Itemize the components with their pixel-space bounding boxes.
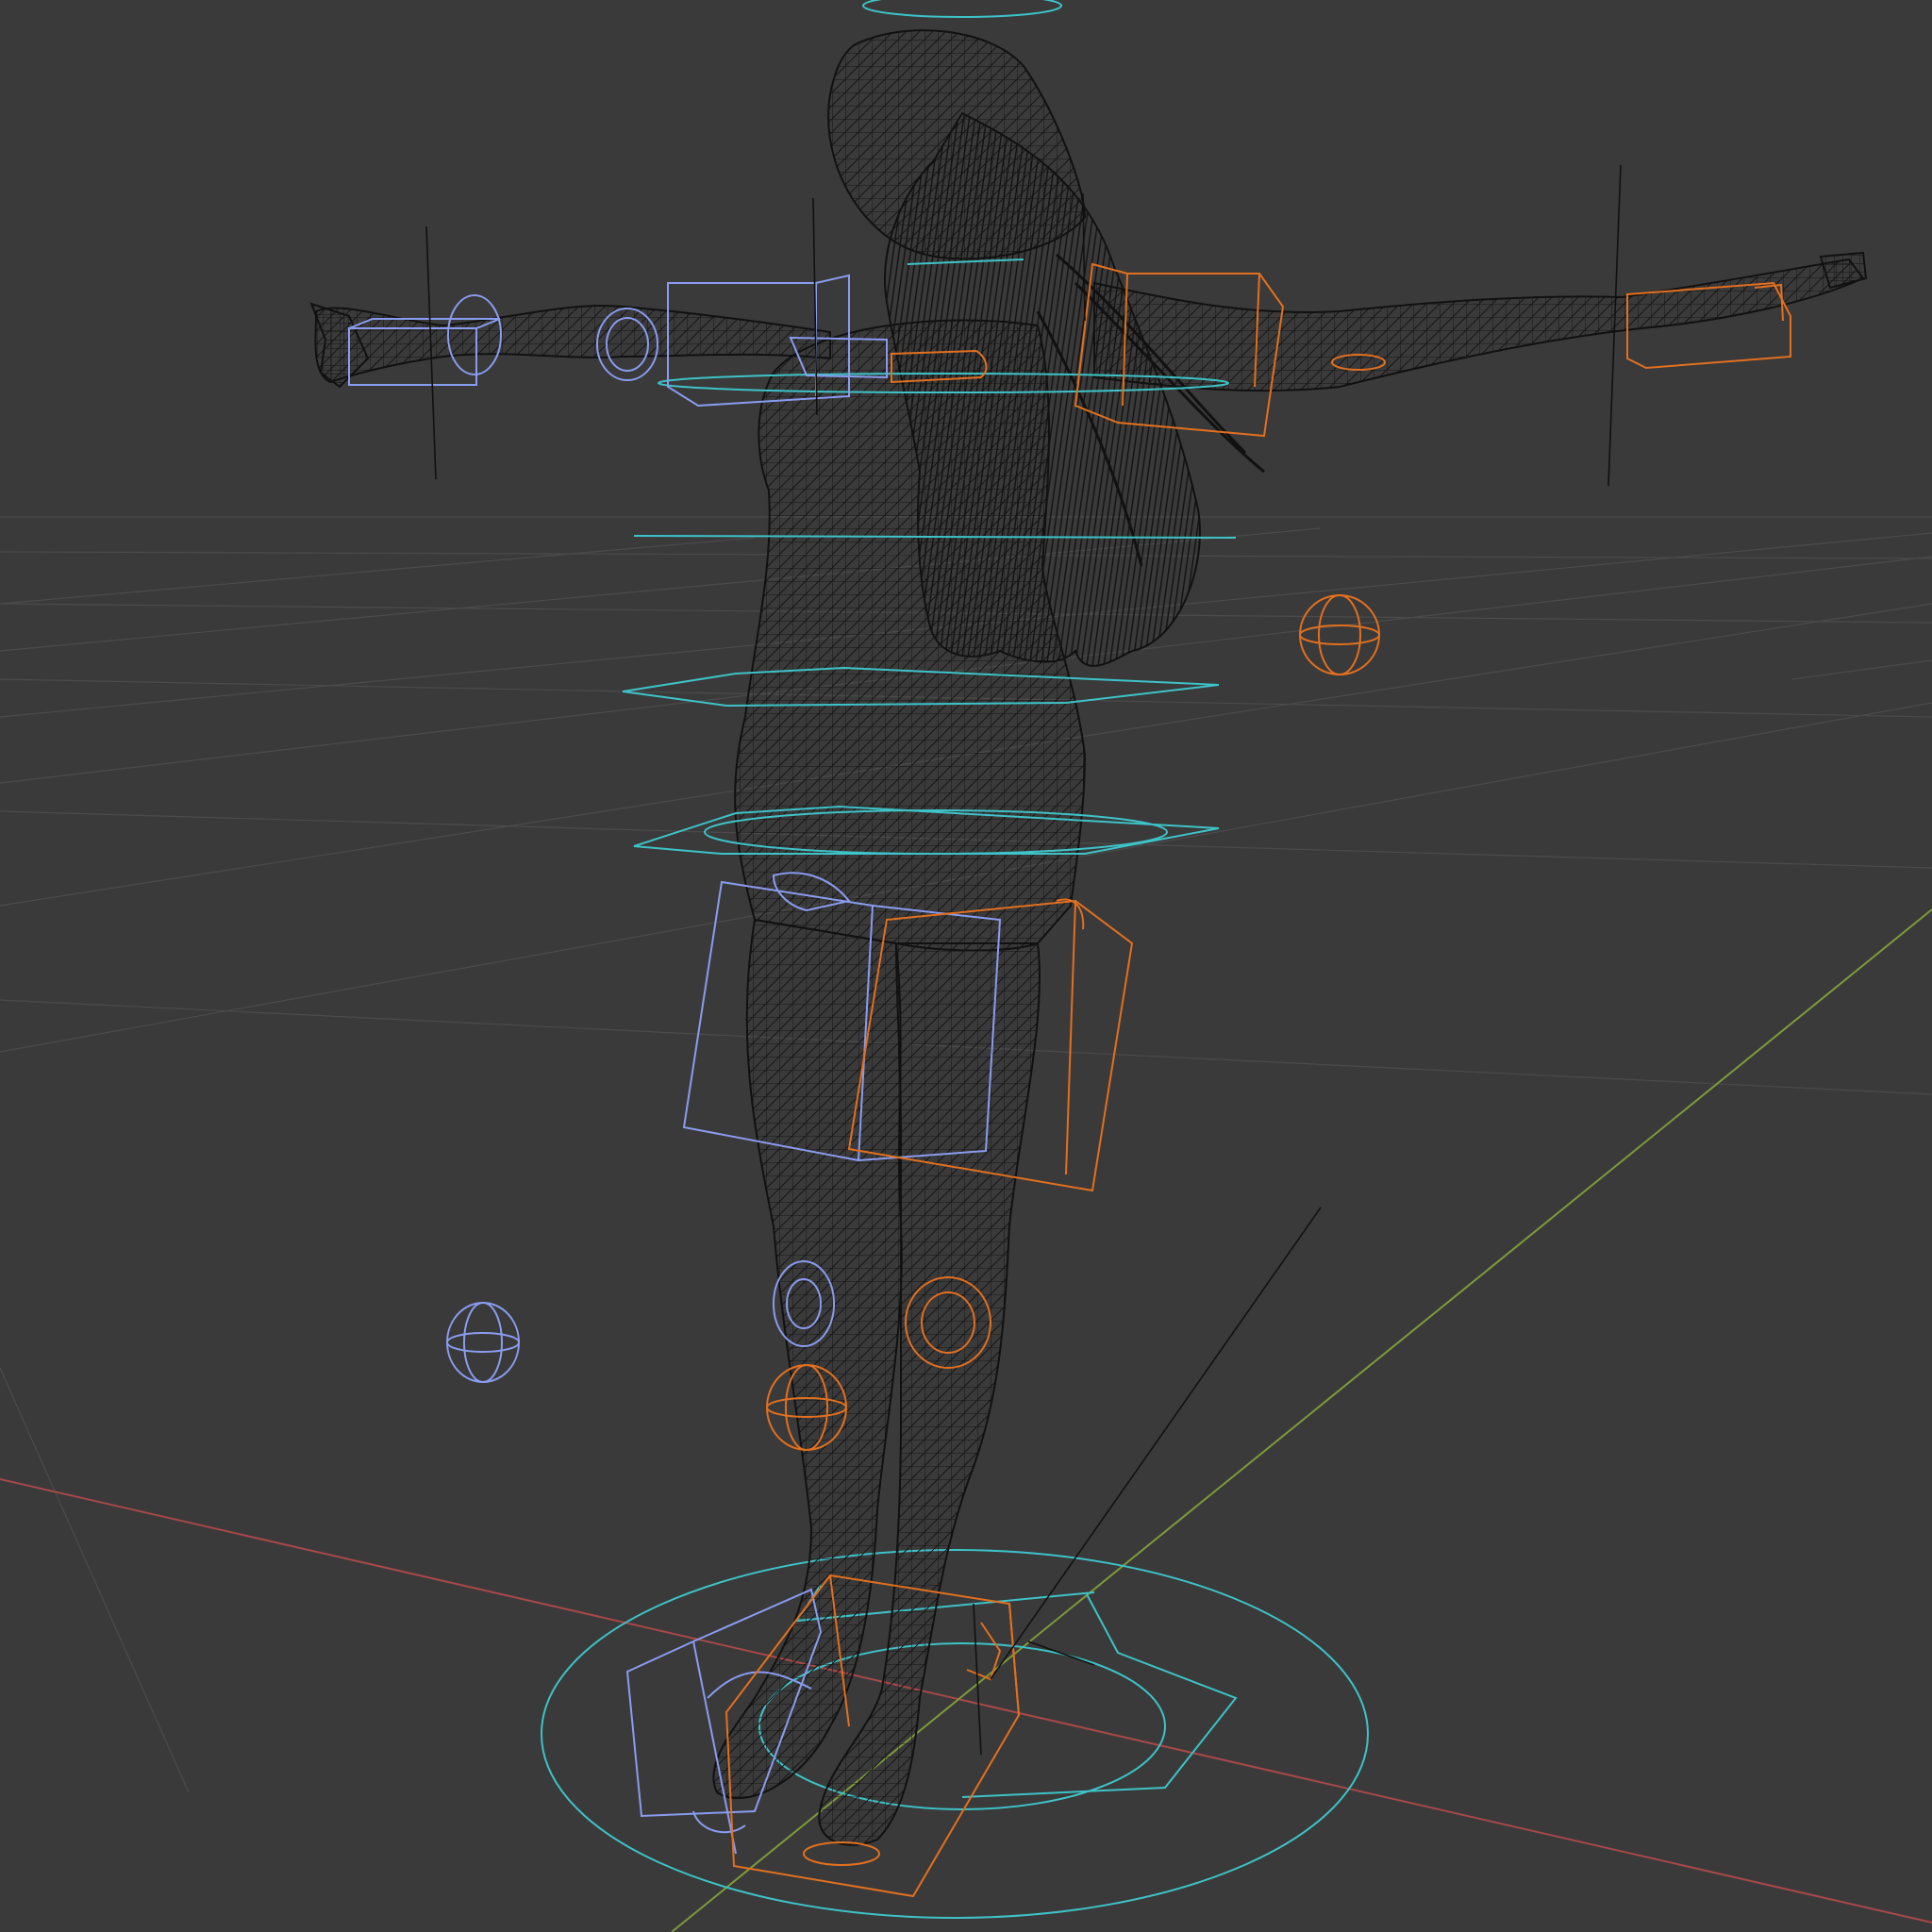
viewport-canvas[interactable] bbox=[0, 0, 1932, 1932]
3d-viewport[interactable] bbox=[0, 0, 1932, 1932]
